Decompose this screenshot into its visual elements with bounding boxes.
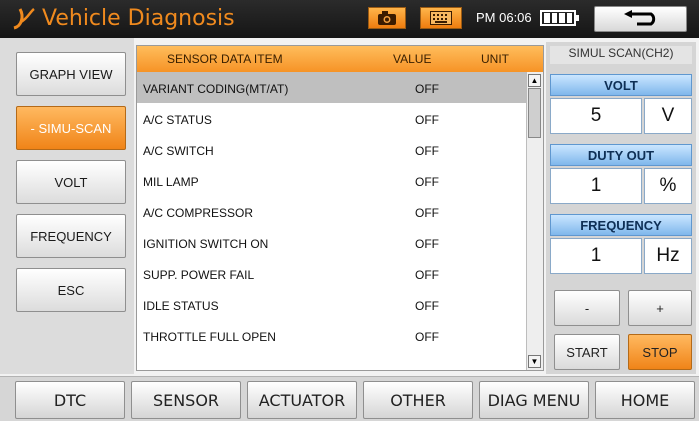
column-header-unit: UNIT — [481, 52, 509, 66]
camera-icon — [378, 11, 396, 25]
table-row[interactable]: SUPP. POWER FAIL OFF — [137, 258, 527, 289]
duty-out-header: DUTY OUT — [550, 144, 692, 166]
row-item-label: SUPP. POWER FAIL — [143, 268, 255, 282]
row-value: OFF — [415, 268, 439, 282]
keypad-icon — [430, 11, 452, 25]
table-row[interactable]: A/C COMPRESSOR OFF — [137, 196, 527, 227]
back-arrow-icon — [623, 10, 655, 26]
volt-value[interactable]: 5 — [550, 98, 642, 134]
frequency-value[interactable]: 1 — [550, 238, 642, 274]
row-value: OFF — [415, 330, 439, 344]
table-row[interactable]: A/C SWITCH OFF — [137, 134, 527, 165]
increase-button[interactable]: + — [628, 290, 692, 326]
volt-unit: V — [644, 98, 692, 134]
battery-icon — [540, 10, 579, 26]
camera-button[interactable] — [368, 7, 406, 29]
table-row[interactable]: IGNITION SWITCH ON OFF — [137, 227, 527, 258]
frequency-header: FREQUENCY — [550, 214, 692, 236]
table-row[interactable]: VARIANT CODING(MT/AT) OFF — [137, 72, 527, 103]
row-value: OFF — [415, 175, 439, 189]
app-title: Vehicle Diagnosis — [42, 6, 235, 31]
table-row[interactable]: THROTTLE FULL OPEN OFF — [137, 320, 527, 351]
table-header: SENSOR DATA ITEM VALUE UNIT — [137, 46, 543, 72]
row-item-label: A/C SWITCH — [143, 144, 214, 158]
start-button[interactable]: START — [554, 334, 620, 370]
simu-scan-button[interactable]: - SIMU-SCAN — [16, 106, 126, 150]
stop-button[interactable]: STOP — [628, 334, 692, 370]
table-body: VARIANT CODING(MT/AT) OFF A/C STATUS OFF… — [137, 72, 527, 351]
volt-header: VOLT — [550, 74, 692, 96]
row-value: OFF — [415, 144, 439, 158]
decrease-button[interactable]: - — [554, 290, 620, 326]
keypad-button[interactable] — [420, 7, 462, 29]
table-scrollbar[interactable]: ▲ ▼ — [526, 72, 543, 370]
frequency-button[interactable]: FREQUENCY — [16, 214, 126, 258]
table-row[interactable]: A/C STATUS OFF — [137, 103, 527, 134]
row-value: OFF — [415, 237, 439, 251]
row-item-label: MIL LAMP — [143, 175, 199, 189]
frequency-unit: Hz — [644, 238, 692, 274]
nav-other-button[interactable]: OTHER — [363, 381, 473, 419]
graph-view-button[interactable]: GRAPH VIEW — [16, 52, 126, 96]
column-header-value: VALUE — [393, 52, 432, 66]
row-item-label: IGNITION SWITCH ON — [143, 237, 269, 251]
left-menu: GRAPH VIEW - SIMU-SCAN VOLT FREQUENCY ES… — [0, 38, 134, 374]
volt-button[interactable]: VOLT — [16, 160, 126, 204]
bottom-nav: DTC SENSOR ACTUATOR OTHER DIAG MENU HOME — [0, 376, 699, 421]
scroll-up-arrow-icon[interactable]: ▲ — [528, 74, 541, 87]
scrollbar-thumb[interactable] — [528, 88, 541, 138]
row-item-label: THROTTLE FULL OPEN — [143, 330, 276, 344]
logo-icon — [13, 8, 35, 30]
nav-diag-menu-button[interactable]: DIAG MENU — [479, 381, 589, 419]
duty-out-unit: % — [644, 168, 692, 204]
nav-actuator-button[interactable]: ACTUATOR — [247, 381, 357, 419]
row-value: OFF — [415, 113, 439, 127]
clock-time: PM 06:06 — [476, 10, 532, 25]
table-row[interactable]: IDLE STATUS OFF — [137, 289, 527, 320]
row-item-label: IDLE STATUS — [143, 299, 219, 313]
title-bar: Vehicle Diagnosis PM 06:06 — [0, 0, 699, 38]
row-item-label: A/C STATUS — [143, 113, 212, 127]
row-item-label: A/C COMPRESSOR — [143, 206, 254, 220]
row-value: OFF — [415, 82, 439, 96]
row-item-label: VARIANT CODING(MT/AT) — [143, 82, 289, 96]
duty-out-value[interactable]: 1 — [550, 168, 642, 204]
simul-scan-panel: SIMUL SCAN(CH2) VOLT 5 V DUTY OUT 1 % FR… — [546, 42, 696, 374]
nav-dtc-button[interactable]: DTC — [15, 381, 125, 419]
row-value: OFF — [415, 299, 439, 313]
column-header-item: SENSOR DATA ITEM — [167, 52, 283, 66]
sensor-data-table: SENSOR DATA ITEM VALUE UNIT VARIANT CODI… — [136, 45, 544, 371]
back-button[interactable] — [594, 6, 687, 32]
scroll-down-arrow-icon[interactable]: ▼ — [528, 355, 541, 368]
row-value: OFF — [415, 206, 439, 220]
app-window: Vehicle Diagnosis PM 06:06 GRAPH VIEW - … — [0, 0, 699, 421]
esc-button[interactable]: ESC — [16, 268, 126, 312]
table-row[interactable]: MIL LAMP OFF — [137, 165, 527, 196]
simul-panel-title: SIMUL SCAN(CH2) — [550, 46, 692, 64]
nav-sensor-button[interactable]: SENSOR — [131, 381, 241, 419]
nav-home-button[interactable]: HOME — [595, 381, 695, 419]
